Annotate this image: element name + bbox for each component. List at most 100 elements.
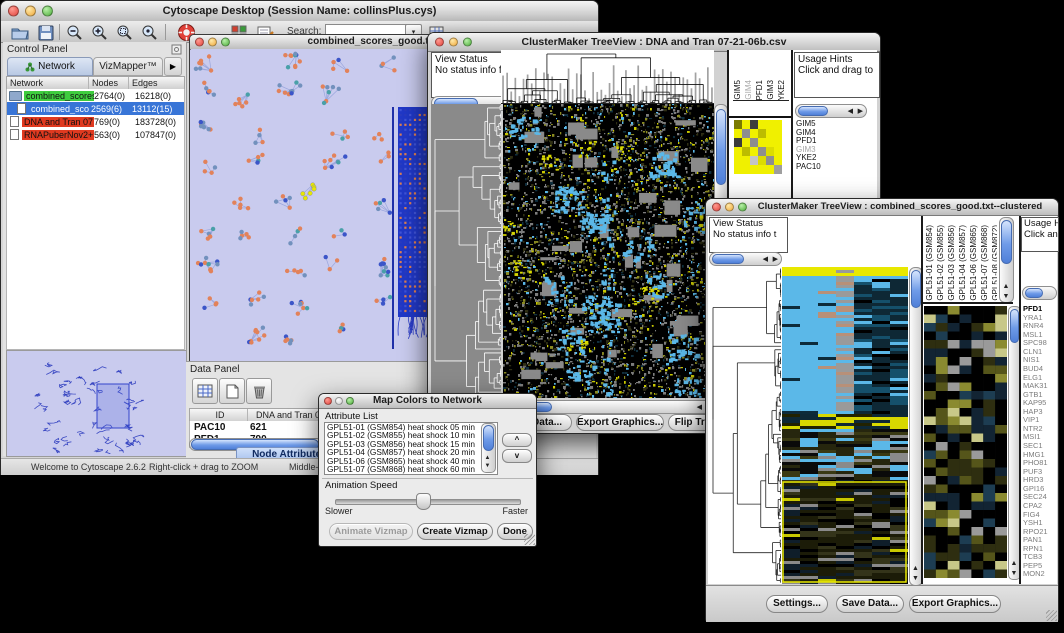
zoom-fit-button[interactable] (138, 23, 161, 42)
arrow-right-icon[interactable]: ▶ (858, 108, 863, 115)
main-heatmap[interactable] (782, 267, 908, 584)
network-overview-panel[interactable] (6, 350, 187, 457)
zoom-selected-button[interactable] (113, 23, 136, 42)
network-table-header[interactable]: Network Nodes Edges (6, 76, 185, 90)
usage-scrollbar[interactable]: ◀ ▶ (795, 104, 867, 118)
scrollbar-thumb[interactable] (712, 254, 744, 264)
zoom-in-button[interactable] (88, 23, 111, 42)
matrix-col-labels: GIM5GIM4PFD1GIM3YKE2PAC10 (733, 50, 789, 101)
tab-network-label: Network (38, 61, 75, 72)
main-heatmap[interactable] (503, 104, 714, 398)
arrow-down-icon[interactable]: ▼ (1003, 293, 1010, 300)
status-hint-zoom: Right-click + drag to ZOOM (149, 462, 258, 472)
close-button[interactable] (324, 397, 332, 405)
array-labels: GPL51-01 (GSM854)GPL51-02 (GSM855)GPL51-… (925, 217, 997, 301)
close-button[interactable] (435, 38, 444, 47)
network-row[interactable]: DNA and Tran 07 769(0) 183728(0) (7, 115, 184, 128)
tab-vizmapper[interactable]: VizMapper™ (93, 57, 163, 76)
delete-attribute-button[interactable] (246, 378, 272, 404)
minimize-button[interactable] (25, 6, 36, 17)
arrow-up-icon[interactable]: ▲ (1011, 560, 1018, 567)
top-dendrogram[interactable] (501, 50, 714, 104)
animate-vizmap-button[interactable]: Animate Vizmap (329, 523, 413, 540)
matrix-row-labels: GIM5GIM4PFD1GIM3YKE2PAC10 (796, 120, 821, 172)
attribute-item[interactable]: GPL51-07 (GSM868) heat shock 60 min (325, 465, 497, 473)
tab-overflow-button[interactable]: ▶ (164, 57, 182, 76)
move-down-button[interactable]: v (502, 449, 532, 463)
column-edges[interactable]: Edges (129, 77, 184, 89)
scrollbar-thumb[interactable] (1025, 288, 1043, 298)
zoom-button[interactable] (42, 6, 53, 17)
array-label: YKE2 (777, 80, 786, 100)
arrow-left-icon[interactable]: ◀ (763, 256, 768, 263)
network-row[interactable]: combined_sco 2569(6) 13112(15) (7, 102, 184, 115)
network-overview-canvas[interactable] (7, 351, 184, 454)
view-status-text: No status info t (713, 230, 784, 241)
left-dendrogram[interactable] (431, 104, 501, 398)
save-session-button[interactable] (34, 23, 57, 42)
scrollbar-thumb[interactable] (798, 106, 828, 116)
float-panel-icon[interactable] (171, 44, 182, 55)
export-graphics-button[interactable]: Export Graphics... (576, 414, 664, 431)
main-titlebar[interactable]: Cytoscape Desktop (Session Name: collins… (1, 1, 598, 22)
zoom-button[interactable] (738, 203, 747, 212)
arrow-down-icon[interactable]: ▼ (1011, 570, 1018, 577)
zoom-button[interactable] (346, 397, 354, 405)
new-attribute-button[interactable] (219, 378, 245, 404)
resize-grip[interactable] (524, 534, 535, 545)
create-vizmap-button[interactable]: Create Vizmap (417, 523, 493, 540)
scrollbar-thumb[interactable] (1001, 220, 1012, 264)
arrow-right-icon[interactable]: ▶ (773, 256, 778, 263)
scrollbar-thumb[interactable] (1010, 309, 1019, 343)
arrow-up-icon[interactable]: ▲ (1003, 283, 1010, 290)
export-graphics-button[interactable]: Export Graphics... (909, 595, 1001, 613)
usage-hints-title: Usage Hi (1024, 219, 1056, 230)
slower-label: Slower (325, 506, 353, 516)
slider-thumb[interactable] (416, 493, 431, 510)
zoom-heatmap[interactable] (924, 306, 1007, 578)
network-name: DNA and Tran 07 (22, 117, 94, 127)
column-nodes[interactable]: Nodes (89, 77, 129, 89)
map-colors-dialog: Map Colors to Network Attribute List GPL… (318, 393, 537, 547)
control-panel: Control Panel Network VizMapper™ ▶ Netwo… (3, 42, 187, 456)
attribute-list-scrollbar[interactable]: ▲ ▼ (481, 423, 496, 473)
treeview2-titlebar[interactable]: ClusterMaker TreeView : combined_scores_… (706, 199, 1058, 216)
settings-button[interactable]: Settings... (766, 595, 828, 613)
open-session-button[interactable] (8, 23, 31, 42)
select-attributes-button[interactable] (192, 378, 218, 404)
save-data-button[interactable]: Save Data... (836, 595, 904, 613)
close-button[interactable] (195, 38, 204, 47)
arrow-down-icon[interactable]: ▼ (912, 575, 919, 582)
open-folder-icon (11, 25, 29, 40)
network-row[interactable]: combined_scores 2764(0) 16218(0) (7, 89, 184, 102)
close-button[interactable] (712, 203, 721, 212)
zoom-out-button[interactable] (63, 23, 86, 42)
minimize-button[interactable] (208, 38, 217, 47)
arrow-left-icon[interactable]: ◀ (697, 404, 702, 411)
scrollbar-thumb[interactable] (716, 109, 726, 185)
close-button[interactable] (8, 6, 19, 17)
column-network[interactable]: Network (7, 77, 89, 89)
scrollbar-thumb[interactable] (483, 425, 494, 451)
resize-grip[interactable] (1046, 610, 1057, 621)
minimize-button[interactable] (449, 38, 458, 47)
view-status-scrollbar[interactable]: ◀ ▶ (709, 252, 782, 266)
move-up-button[interactable]: ^ (502, 433, 532, 447)
zoom-button[interactable] (463, 38, 472, 47)
left-dendrogram[interactable] (709, 267, 781, 584)
tab-network[interactable]: Network (7, 57, 93, 76)
usage-scrollbar[interactable] (1022, 286, 1057, 300)
zoom-button[interactable] (221, 38, 230, 47)
minimize-button[interactable] (335, 397, 343, 405)
minimize-button[interactable] (725, 203, 734, 212)
dialog-titlebar[interactable]: Map Colors to Network (319, 394, 536, 409)
scrollbar-thumb[interactable] (911, 270, 921, 308)
arrow-up-icon[interactable]: ▲ (485, 455, 491, 461)
network-row[interactable]: RNAPuberNov2+I 563(0) 107847(0) (7, 128, 184, 141)
arrow-up-icon[interactable]: ▲ (912, 565, 919, 572)
new-document-icon (226, 384, 239, 399)
arrow-down-icon[interactable]: ▼ (485, 463, 491, 469)
array-labels-scrollbar[interactable]: ▲ ▼ (999, 217, 1014, 303)
arrow-left-icon[interactable]: ◀ (848, 108, 853, 115)
global-heatmap-thumbnail[interactable] (734, 120, 782, 174)
